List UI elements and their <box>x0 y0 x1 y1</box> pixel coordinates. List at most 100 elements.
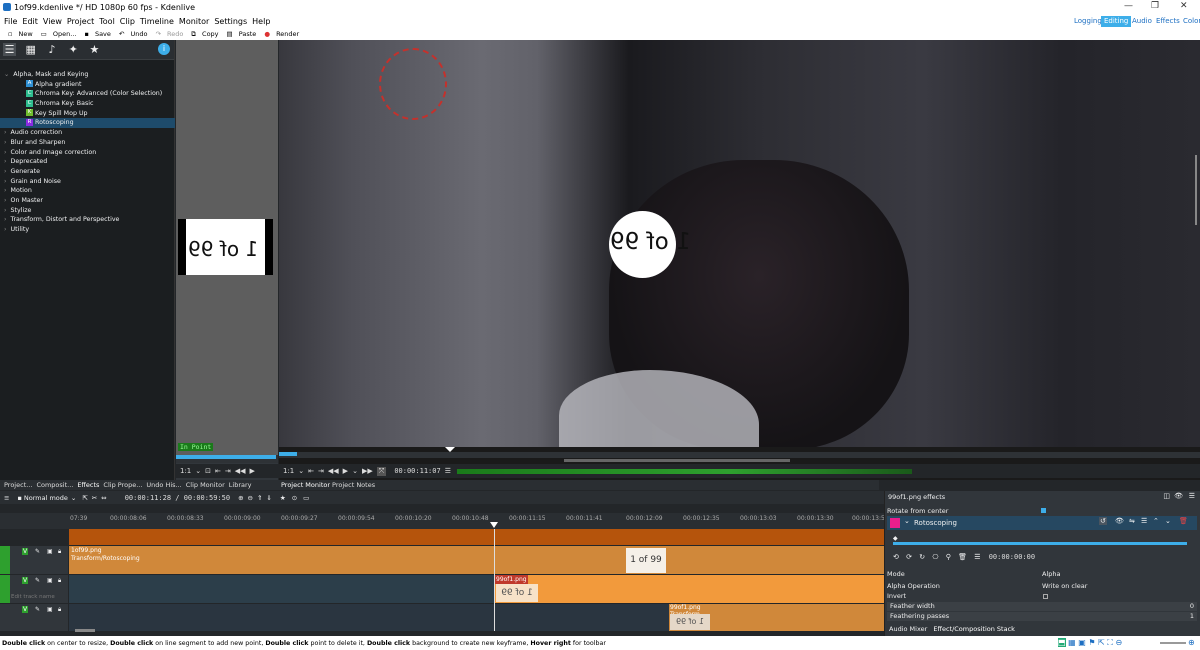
track-name-input[interactable]: Edit track name <box>11 594 55 600</box>
effect-alpha-gradient[interactable]: A Alpha gradient <box>0 80 175 90</box>
tab-undo-history[interactable]: Undo His... <box>146 481 181 489</box>
keyframe-marker-icon[interactable]: ◆ <box>893 535 898 542</box>
category-item[interactable]: Grain and Noise <box>0 177 175 187</box>
workspace-editing[interactable]: Editing <box>1101 16 1132 27</box>
clip-monitor-screen[interactable]: 1 of 99 In Point <box>176 40 278 455</box>
chevron-down-icon[interactable]: ⌄ <box>298 467 304 475</box>
category-item[interactable]: Blur and Sharpen <box>0 138 175 148</box>
tab-effects[interactable]: Effects <box>77 481 99 489</box>
track-header-v1[interactable]: V ✎ ▣ 🔒︎ <box>0 604 68 631</box>
effect-rotoscoping[interactable]: R Rotoscoping <box>0 118 175 129</box>
favorite-icon[interactable]: ★ <box>280 494 286 502</box>
keyframe-timecode[interactable]: 00:00:00:00 <box>989 553 1035 561</box>
reset-icon[interactable]: ↺ <box>1099 517 1107 525</box>
param-feather-width[interactable]: Feather width 0 <box>887 602 1197 611</box>
forward-icon[interactable]: ▶▶ <box>362 467 373 475</box>
timeline-clip-v3[interactable]: 1of99.png Transform/Rotoscoping 1 of 99 <box>69 546 884 574</box>
category-item[interactable]: Motion <box>0 186 175 196</box>
zoom-out-icon[interactable]: ⊖ <box>1115 638 1122 647</box>
razor-tool-icon[interactable]: ✂ <box>92 494 97 502</box>
add-keyframe-icon[interactable]: ⟲ <box>893 553 899 561</box>
mute-icon[interactable]: ▣ <box>47 548 53 555</box>
timeline-ruler[interactable]: 07:39 00:00:08:06 00:00:08:33 00:00:09:0… <box>0 513 885 529</box>
feather-width-value[interactable]: 0 <box>1190 602 1194 611</box>
lock-icon[interactable]: 🔒︎ <box>58 606 61 614</box>
show-markers-icon[interactable]: ⚑ <box>1088 638 1095 647</box>
chevron-down-icon[interactable]: ⌄ <box>195 467 201 475</box>
split-compare-icon[interactable]: ◫ <box>1163 492 1170 500</box>
project-monitor-screen[interactable]: 1 of 99 <box>279 40 1200 447</box>
set-in-icon[interactable]: ⇤ <box>215 467 221 475</box>
next-keyframe-icon[interactable]: ↻ <box>919 553 925 561</box>
tab-compositions[interactable]: Composit... <box>36 481 73 489</box>
clip-zoom-select[interactable]: 1:1 <box>180 467 191 475</box>
chevron-down-icon[interactable]: ⌄ <box>71 494 76 502</box>
track-header-v2[interactable]: V ✎ ▣ 🔒︎ Edit track name <box>0 575 68 603</box>
close-button[interactable]: ✕ <box>1180 1 1188 11</box>
param-feathering-passes[interactable]: Feathering passes 1 <box>887 612 1197 621</box>
render-button[interactable]: ● Render <box>260 30 299 38</box>
menu-timeline[interactable]: Timeline <box>140 17 174 26</box>
monitor-timecode[interactable]: 00:00:11:07 <box>394 467 440 475</box>
menu-edit[interactable]: Edit <box>22 17 38 26</box>
track-compositing-icon[interactable]: ⬒ <box>1058 638 1066 647</box>
track-header-v3[interactable]: V ✎ ▣ 🔒︎ <box>0 546 68 574</box>
menu-help[interactable]: Help <box>252 17 270 26</box>
rewind-icon[interactable]: ◀◀ <box>328 467 339 475</box>
chevron-down-icon[interactable]: ⌄ <box>904 517 910 525</box>
visibility-icon[interactable]: ✎ <box>35 606 40 613</box>
menu-icon[interactable]: ☰ <box>445 467 451 475</box>
chevron-down-icon[interactable]: ⌄ <box>352 467 358 475</box>
minimize-button[interactable]: — <box>1124 1 1133 11</box>
effect-header[interactable]: ⌄ Rotoscoping ↺ 👁︎ ⇋ ☰ ⌃ ⌄ 🗑︎ <box>887 516 1197 530</box>
playhead-icon[interactable] <box>490 522 498 528</box>
mute-icon[interactable]: ▣ <box>47 606 53 613</box>
category-item[interactable]: Generate <box>0 167 175 177</box>
scrollbar[interactable] <box>1195 155 1197 225</box>
workspace-logging[interactable]: Logging <box>1071 16 1105 27</box>
snap-icon[interactable]: ⇱ <box>1098 638 1105 647</box>
invert-checkbox[interactable] <box>1043 594 1048 599</box>
category-item[interactable]: Stylize <box>0 206 175 216</box>
tab-clip-monitor[interactable]: Clip Monitor <box>186 481 225 489</box>
alpha-operation-select[interactable]: Write on clear <box>1042 582 1087 591</box>
keyframe-ruler[interactable]: ◆ <box>893 535 1187 547</box>
play-icon[interactable]: ▶ <box>250 467 255 475</box>
timeline-scrollbar[interactable] <box>75 629 95 632</box>
category-item[interactable]: On Master <box>0 196 175 206</box>
menu-monitor[interactable]: Monitor <box>179 17 209 26</box>
visibility-icon[interactable]: ✎ <box>35 577 40 584</box>
set-out-icon[interactable]: ⇥ <box>225 467 231 475</box>
menu-file[interactable]: File <box>4 17 17 26</box>
eye-icon[interactable]: 👁︎ <box>1174 492 1183 500</box>
workspace-audio[interactable]: Audio <box>1129 16 1155 27</box>
save-button[interactable]: ▪ Save <box>80 30 110 38</box>
delete-keyframe-icon[interactable]: 🗑︎ <box>958 553 967 561</box>
show-video-thumbs-icon[interactable]: ▦ <box>1068 638 1076 647</box>
selection-tool-icon[interactable]: ⇱ <box>82 494 87 502</box>
menu-clip[interactable]: Clip <box>120 17 135 26</box>
workspace-color[interactable]: Color <box>1180 16 1200 27</box>
eye-icon[interactable]: 👁︎ <box>1115 517 1124 525</box>
play-icon[interactable]: ▶ <box>343 467 348 475</box>
delete-icon[interactable]: 🗑︎ <box>1179 517 1188 525</box>
link-icon[interactable]: ⚲ <box>946 553 951 561</box>
preview-icon[interactable]: ▭ <box>303 494 309 502</box>
insert-icon[interactable]: ⊕ <box>238 494 243 502</box>
zoom-in-icon[interactable]: ⊕ <box>1188 638 1195 647</box>
tab-clip-properties[interactable]: Clip Prope... <box>103 481 142 489</box>
video-effects-icon[interactable]: ▦ <box>24 43 37 56</box>
options-icon[interactable]: ☰ <box>974 553 980 561</box>
mode-select[interactable]: Alpha <box>1042 570 1060 579</box>
edit-mode-select[interactable]: Normal mode <box>24 494 68 502</box>
effect-chroma-key-basic[interactable]: C Chroma Key: Basic <box>0 99 175 109</box>
menu-view[interactable]: View <box>43 17 62 26</box>
monitor-zoom-select[interactable]: 1:1 <box>283 467 294 475</box>
overwrite-icon[interactable]: ⊖ <box>248 494 253 502</box>
zoom-fit-icon[interactable]: ⛶ <box>1107 638 1113 647</box>
timeline-menu-icon[interactable]: ≡ <box>4 494 9 502</box>
audio-effects-icon[interactable]: ♪ <box>45 43 58 56</box>
info-icon[interactable]: i <box>158 43 170 55</box>
prev-keyframe-icon[interactable]: ⟳ <box>906 553 912 561</box>
category-item[interactable]: Utility <box>0 225 175 235</box>
